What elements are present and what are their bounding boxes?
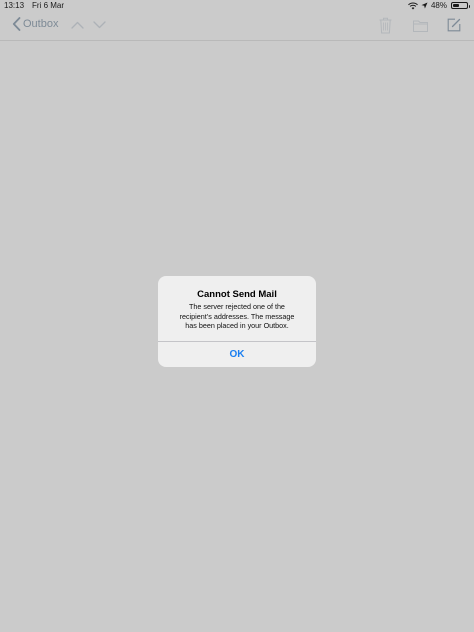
battery-fill: [453, 4, 460, 7]
location-icon: [421, 2, 428, 9]
back-label: Outbox: [23, 18, 59, 30]
status-bar: 13:13 Fri 6 Mar 48%: [0, 0, 474, 12]
alert-message: The server rejected one of the recipient…: [158, 302, 316, 331]
status-left: 13:13 Fri 6 Mar: [4, 1, 64, 10]
screen: 13:13 Fri 6 Mar 48% Outbox Cannot Send M…: [0, 0, 474, 632]
chevron-left-icon: [12, 17, 21, 31]
trash-icon[interactable]: [379, 17, 392, 34]
alert-message-line: The server rejected one of the: [189, 302, 285, 311]
status-time: 13:13: [4, 1, 25, 10]
folder-icon[interactable]: [413, 20, 428, 32]
compose-icon[interactable]: [447, 18, 461, 32]
battery-percent: 48%: [430, 1, 447, 10]
alert-body: Cannot Send Mail The server rejected one…: [158, 276, 316, 341]
chevron-down-icon[interactable]: [93, 21, 106, 29]
alert-dialog: Cannot Send Mail The server rejected one…: [158, 276, 316, 367]
alert-message-line: has been placed in your Outbox.: [185, 321, 289, 331]
battery-nub: [468, 5, 470, 8]
status-right: 48%: [408, 1, 470, 10]
battery-icon: [451, 2, 470, 9]
wifi-icon: [408, 2, 418, 10]
ok-button[interactable]: OK: [158, 342, 316, 367]
nav-bar: Outbox: [0, 12, 474, 41]
back-button[interactable]: Outbox: [12, 17, 58, 31]
alert-title: Cannot Send Mail: [197, 289, 277, 300]
status-date: Fri 6 Mar: [32, 1, 65, 10]
alert-message-line: recipient’s addresses. The message: [179, 311, 295, 321]
chevron-up-icon[interactable]: [71, 21, 84, 29]
